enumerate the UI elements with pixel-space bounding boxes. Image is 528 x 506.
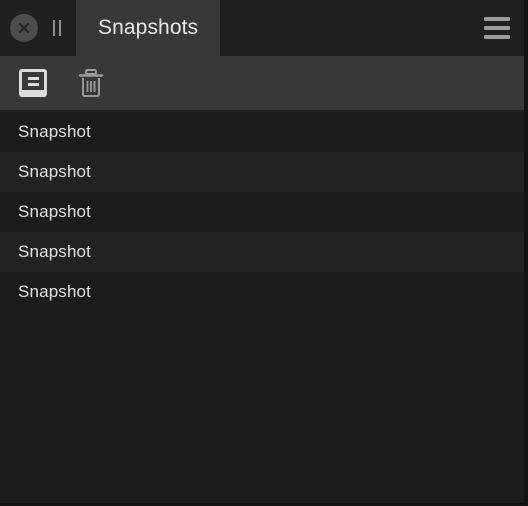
tab-bar-left-controls [0,0,76,56]
tab-snapshots[interactable]: Snapshots [76,0,221,56]
list-item[interactable]: Snapshot [0,192,524,232]
hamburger-bars [484,17,510,39]
tab-snapshots-label: Snapshots [98,16,199,39]
list-item-label: Snapshot [18,202,92,221]
list-item[interactable]: Snapshot [0,112,524,152]
list-item-label: Snapshot [18,162,92,181]
list-item-label: Snapshot [18,282,92,301]
pause-grip-icon[interactable] [44,14,70,42]
list-item-label: Snapshot [18,242,92,261]
list-item[interactable]: Snapshot [0,272,524,312]
take-snapshot-button[interactable] [16,66,50,100]
close-circle-icon[interactable] [10,14,38,42]
snapshot-list[interactable]: Snapshot Snapshot Snapshot Snapshot Snap… [0,112,524,503]
tab-bar: Snapshots [0,0,524,56]
trash-icon [78,69,104,97]
delete-snapshot-button[interactable] [74,66,108,100]
list-item-label: Snapshot [18,122,92,141]
snapshots-panel: Snapshots Snapshot Snapshot Snapshot Sna… [0,0,528,506]
hamburger-menu-icon[interactable] [470,0,524,56]
list-empty-area [0,312,524,492]
list-item[interactable]: Snapshot [0,152,524,192]
snapshots-toolbar [0,56,524,112]
tab-bar-spacer [220,0,470,56]
snapshot-icon [19,69,47,97]
list-item[interactable]: Snapshot [0,232,524,272]
